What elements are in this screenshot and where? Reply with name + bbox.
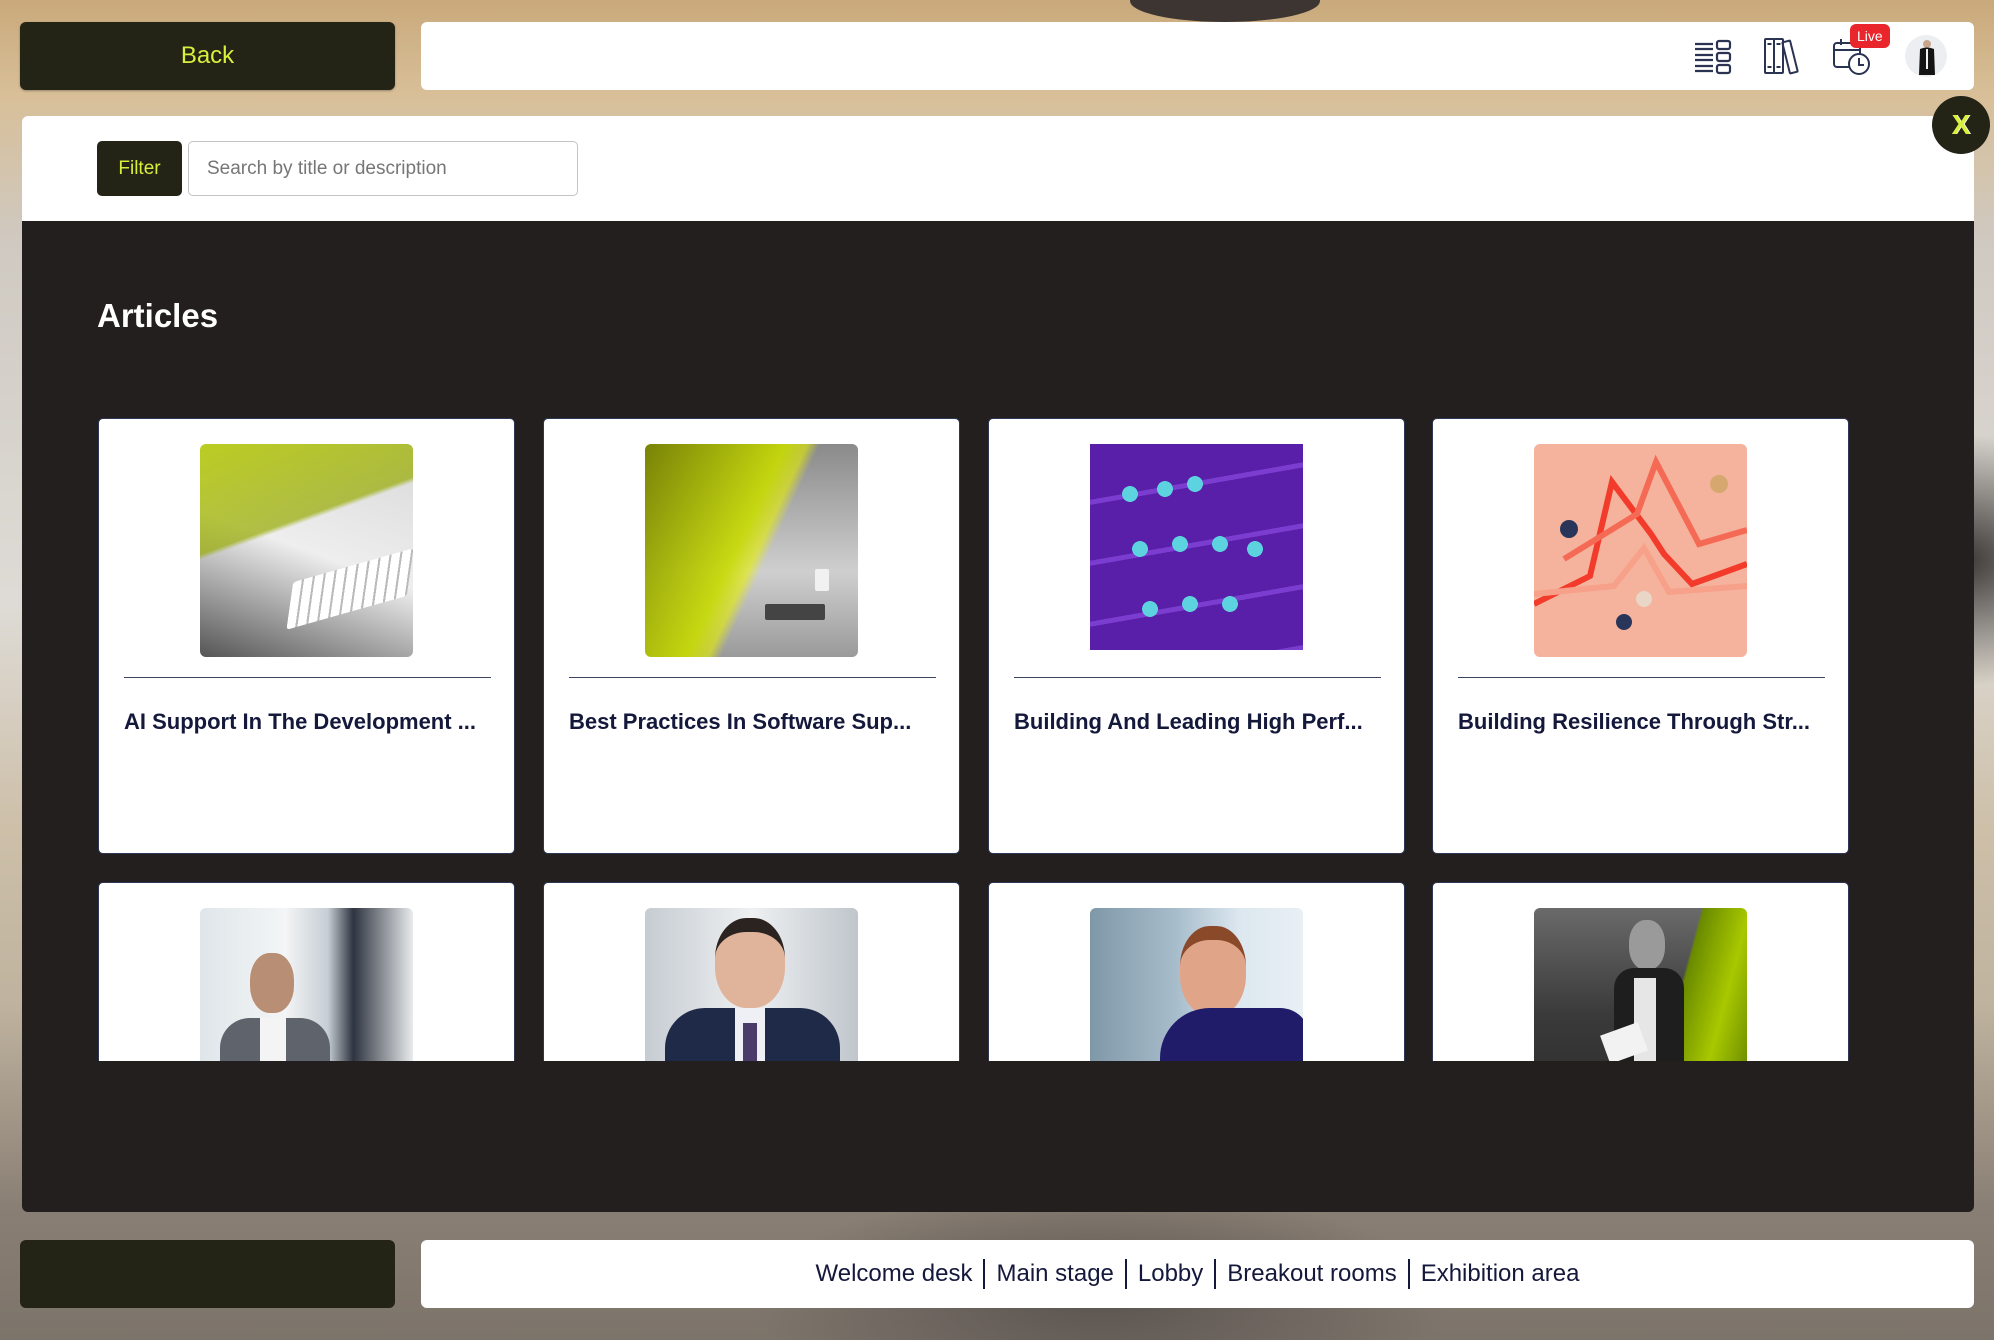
article-thumbnail (200, 444, 413, 657)
close-modal-button[interactable]: X (1932, 96, 1990, 154)
article-grid[interactable]: AI Support In The Development ... Best P… (98, 418, 1858, 1061)
article-thumbnail (645, 908, 858, 1061)
live-badge: Live (1850, 24, 1890, 48)
nav-separator (1214, 1259, 1217, 1289)
back-button[interactable]: Back (20, 22, 395, 90)
section-title: Articles (97, 297, 219, 334)
article-card[interactable]: AI Support In The Development ... (98, 418, 515, 854)
article-thumbnail (1090, 908, 1303, 1061)
article-thumbnail (1534, 444, 1747, 657)
card-divider (1014, 677, 1381, 678)
filter-bar: Filter (22, 116, 1974, 221)
article-card[interactable]: Building And Leading High Perf... (988, 418, 1405, 854)
nav-main-stage[interactable]: Main stage (992, 1260, 1117, 1288)
nav-separator (1124, 1259, 1127, 1289)
filter-button[interactable]: Filter (97, 141, 182, 196)
nav-separator (1407, 1259, 1410, 1289)
card-divider (569, 677, 936, 678)
article-thumbnail (645, 444, 858, 657)
top-toolbar: Live (421, 22, 1974, 90)
article-card[interactable] (98, 882, 515, 1061)
location-nav: Welcome desk Main stage Lobby Breakout r… (421, 1240, 1974, 1308)
nav-separator (983, 1259, 986, 1289)
article-card[interactable] (988, 882, 1405, 1061)
article-title: Building And Leading High Perf... (1014, 709, 1363, 734)
article-card[interactable] (1432, 882, 1849, 1061)
user-avatar[interactable] (1905, 35, 1947, 77)
bottom-left-panel (20, 1240, 395, 1308)
article-card[interactable] (543, 882, 960, 1061)
nav-breakout-rooms[interactable]: Breakout rooms (1223, 1260, 1400, 1288)
nav-welcome-desk[interactable]: Welcome desk (812, 1260, 977, 1288)
card-divider (1458, 677, 1825, 678)
card-divider (124, 677, 491, 678)
article-title: Best Practices In Software Sup... (569, 709, 912, 734)
article-title: Building Resilience Through Str... (1458, 709, 1811, 734)
background-lamp (1130, 0, 1320, 22)
article-thumbnail (200, 908, 413, 1061)
library-books-icon[interactable] (1762, 36, 1802, 76)
agenda-list-icon[interactable] (1693, 36, 1733, 76)
article-thumbnail (1534, 908, 1747, 1061)
nav-exhibition-area[interactable]: Exhibition area (1417, 1260, 1584, 1288)
article-card[interactable]: Building Resilience Through Str... (1432, 418, 1849, 854)
nav-lobby[interactable]: Lobby (1134, 1260, 1207, 1288)
articles-panel: Articles AI Support In The Development .… (22, 221, 1974, 1212)
search-input[interactable] (188, 141, 578, 196)
article-title: AI Support In The Development ... (124, 709, 477, 734)
article-card[interactable]: Best Practices In Software Sup... (543, 418, 960, 854)
article-thumbnail (1090, 444, 1303, 650)
